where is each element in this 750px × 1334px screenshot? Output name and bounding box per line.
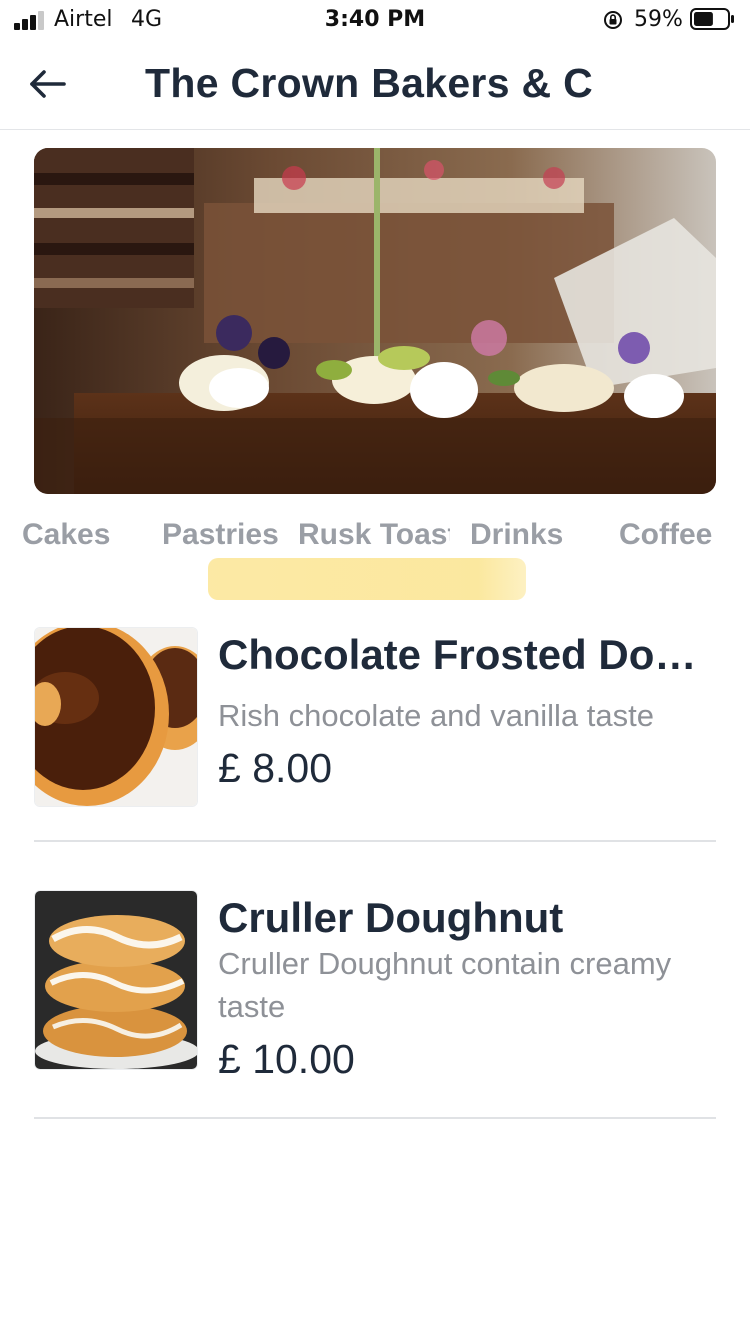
app-screen: Airtel 4G 3:40 PM 59% The Crown Bakers &…: [0, 0, 750, 1334]
product-image: [34, 890, 198, 1070]
divider: [34, 1117, 716, 1119]
product-item[interactable]: Chocolate Frosted Doughnut Rish chocolat…: [34, 627, 716, 807]
product-image: [34, 627, 198, 807]
tab-pastries[interactable]: Pastries: [162, 518, 279, 552]
tab-cakes[interactable]: Cakes: [22, 518, 110, 552]
rotation-lock-icon: [604, 11, 622, 29]
product-price: £ 10.00: [218, 1036, 355, 1082]
arrow-left-icon[interactable]: [28, 66, 68, 102]
tab-drinks[interactable]: Drinks: [470, 518, 563, 552]
page-title: The Crown Bakers & C: [145, 60, 593, 106]
nav-header: The Crown Bakers & C: [0, 40, 750, 130]
product-description: Rish chocolate and vanilla taste: [218, 698, 654, 733]
product-name: Cruller Doughnut: [218, 894, 564, 941]
tab-coffee[interactable]: Coffee: [619, 518, 712, 552]
battery-icon: [690, 8, 734, 30]
active-tab-indicator: [208, 558, 526, 600]
category-tabs: Cakes Pastries Rusk Toast Drinks Coffee: [0, 512, 750, 612]
divider: [34, 840, 716, 842]
product-name: Chocolate Frosted Doughnut: [218, 631, 716, 678]
product-description: Cruller Doughnut contain creamy taste: [218, 946, 672, 1024]
status-bar: Airtel 4G 3:40 PM 59%: [0, 0, 750, 40]
hero-image: [34, 148, 716, 494]
tab-rusk-toast[interactable]: Rusk Toast: [298, 518, 450, 552]
product-price: £ 8.00: [218, 745, 332, 791]
battery-percent: 59%: [634, 7, 683, 32]
product-item[interactable]: Cruller Doughnut Cruller Doughnut contai…: [34, 890, 716, 1082]
